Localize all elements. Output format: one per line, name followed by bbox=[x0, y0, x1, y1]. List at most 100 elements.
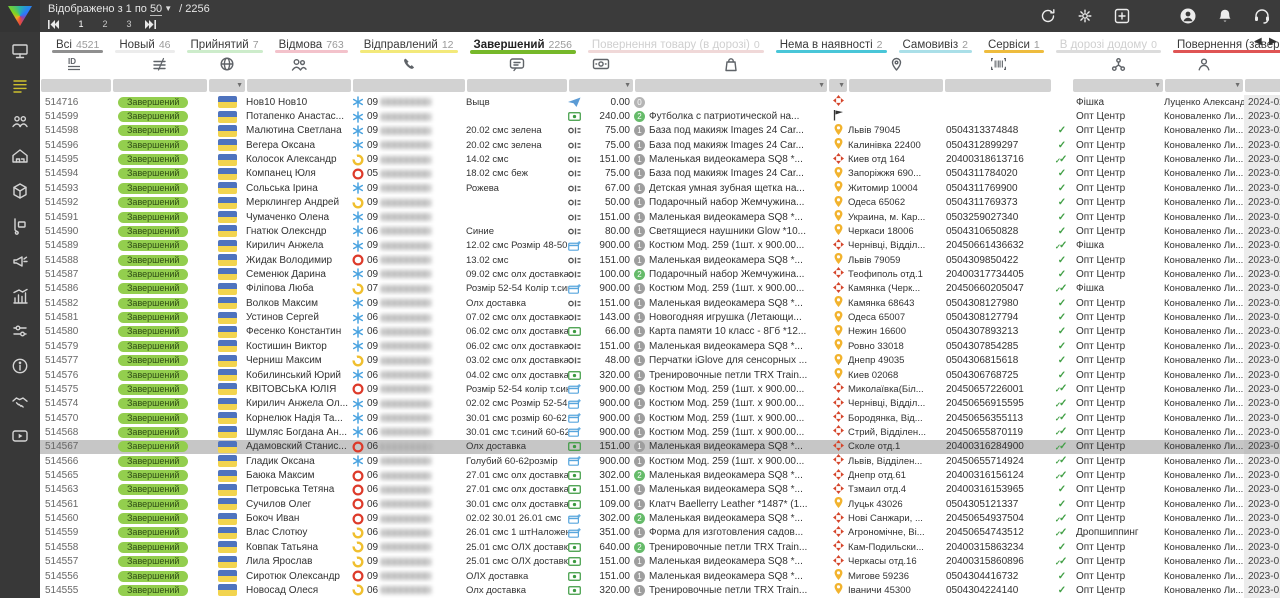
order-row-514598[interactable]: 514598ЗавершенийМалютина Светлана0920.02… bbox=[40, 124, 1280, 138]
order-row-514561[interactable]: 514561ЗавершенийСучилов Олег0630.01 смс … bbox=[40, 497, 1280, 511]
order-row-514587[interactable]: 514587ЗавершенийСеменюк Дарина0909.02 см… bbox=[40, 267, 1280, 281]
order-row-514579[interactable]: 514579ЗавершенийКостишин Виктор0906.02 с… bbox=[40, 339, 1280, 353]
first-page-button[interactable] bbox=[48, 20, 59, 29]
phone-redacted bbox=[381, 270, 431, 278]
tab-6[interactable]: Завершений2256 bbox=[464, 32, 582, 56]
phone-redacted bbox=[381, 256, 431, 264]
page-number-2[interactable]: 2 bbox=[93, 19, 117, 29]
order-row-514593[interactable]: 514593ЗавершенийСольська Ірина09Рожева67… bbox=[40, 181, 1280, 195]
tab-1[interactable]: Всі4521 bbox=[46, 32, 109, 56]
page-size-dropdown[interactable]: 50 bbox=[150, 3, 162, 16]
order-row-514590[interactable]: 514590ЗавершенийГнатюк Олексндр06Синие80… bbox=[40, 224, 1280, 238]
order-row-514592[interactable]: 514592ЗавершенийМерклингер Андрей0950.00… bbox=[40, 196, 1280, 210]
tab-8[interactable]: Нема в наявності2 bbox=[770, 32, 893, 56]
order-row-514560[interactable]: 514560ЗавершенийБокоч Иван0902.02 30.01 … bbox=[40, 511, 1280, 525]
order-row-514599[interactable]: 514599ЗавершенийПотапенко Анастас...0924… bbox=[40, 109, 1280, 123]
order-row-514570[interactable]: 514570ЗавершенийКорнелюк Надія Та...0930… bbox=[40, 411, 1280, 425]
comment-cell: ОЛХ доставка bbox=[466, 569, 568, 583]
last-page-button[interactable] bbox=[145, 20, 156, 29]
order-row-514580[interactable]: 514580ЗавершенийФесенко Константин0606.0… bbox=[40, 325, 1280, 339]
tab-2[interactable]: Новый46 bbox=[109, 32, 180, 56]
sidebar-item-marketing[interactable] bbox=[7, 252, 33, 274]
tabs-scroll-left-icon[interactable]: ◀ bbox=[1254, 36, 1263, 48]
order-row-514566[interactable]: 514566ЗавершенийГладик Оксана09Голубий 6… bbox=[40, 454, 1280, 468]
order-row-514555[interactable]: 514555ЗавершенийНовосад Олеся06Олх доста… bbox=[40, 583, 1280, 597]
tab-3[interactable]: Прийнятий7 bbox=[181, 32, 269, 56]
tab-9[interactable]: Самовивіз2 bbox=[893, 32, 978, 56]
tab-5[interactable]: Відправлений12 bbox=[354, 32, 464, 56]
tab-10[interactable]: Сервіси1 bbox=[978, 32, 1050, 56]
filter-input-payment[interactable]: ▼ bbox=[569, 79, 633, 92]
order-row-514567[interactable]: 514567ЗавершенийАдамовский Станис...06Ол… bbox=[40, 440, 1280, 454]
order-row-514558[interactable]: 514558ЗавершенийКовпак Татьяна0925.01 см… bbox=[40, 540, 1280, 554]
sidebar-item-dashboard[interactable] bbox=[7, 42, 33, 64]
order-row-514581[interactable]: 514581ЗавершенийУстинов Сергей0607.02 см… bbox=[40, 310, 1280, 324]
status-badge: Завершений bbox=[118, 456, 188, 467]
manager-cell: Коноваленко Ли... bbox=[1164, 526, 1244, 540]
order-row-514716[interactable]: 514716ЗавершенийНов10 Нов1009Выцв0.000Фі… bbox=[40, 95, 1280, 109]
filter-input-carrier[interactable]: ▼ bbox=[829, 79, 847, 92]
client-name: Волков Максим bbox=[246, 296, 352, 310]
app-logo[interactable] bbox=[0, 0, 40, 32]
order-row-514586[interactable]: 514586ЗавершенийФіліпова Люба07Розмір 52… bbox=[40, 282, 1280, 296]
refresh-icon[interactable] bbox=[1038, 6, 1058, 26]
gear-icon[interactable] bbox=[1075, 6, 1095, 26]
filter-input-phone[interactable] bbox=[353, 79, 465, 92]
order-row-514565[interactable]: 514565ЗавершенийБаюка Максим0627.01 смс … bbox=[40, 468, 1280, 482]
sidebar-item-clients[interactable] bbox=[7, 112, 33, 134]
notifications-icon[interactable] bbox=[1215, 6, 1235, 26]
filter-input-name[interactable] bbox=[247, 79, 351, 92]
order-row-514582[interactable]: 514582ЗавершенийВолков Максим09Олх доста… bbox=[40, 296, 1280, 310]
order-row-514595[interactable]: 514595ЗавершенийКолосок Александр0914.02… bbox=[40, 152, 1280, 166]
order-row-514591[interactable]: 514591ЗавершенийЧумаченко Олена09151.001… bbox=[40, 210, 1280, 224]
order-row-514574[interactable]: 514574ЗавершенийКирилич Анжела Ол...0902… bbox=[40, 397, 1280, 411]
order-row-514563[interactable]: 514563ЗавершенийПетровська Тетяна0627.01… bbox=[40, 483, 1280, 497]
filter-input-country[interactable]: ▼ bbox=[209, 79, 245, 92]
kyivstar-icon bbox=[352, 182, 364, 194]
order-row-514577[interactable]: 514577ЗавершенийЧерниш Максим0903.02 смс… bbox=[40, 353, 1280, 367]
account-icon[interactable] bbox=[1178, 6, 1198, 26]
up-icon bbox=[833, 181, 844, 195]
filter-input-location[interactable] bbox=[849, 79, 943, 92]
sidebar-item-video-tutorials[interactable] bbox=[7, 427, 33, 449]
tracking-number: 0504306815618 bbox=[944, 353, 1052, 367]
order-row-514576[interactable]: 514576ЗавершенийКобилинський Юрий0604.02… bbox=[40, 368, 1280, 382]
order-row-514594[interactable]: 514594ЗавершенийКомпанец Юля0518.02 смс … bbox=[40, 167, 1280, 181]
tab-11[interactable]: В дорозі додому0 bbox=[1050, 32, 1167, 56]
filter-input-id[interactable] bbox=[41, 79, 111, 92]
sidebar-item-delivery[interactable] bbox=[7, 217, 33, 239]
order-row-514596[interactable]: 514596ЗавершенийВегера Оксана0920.02 смс… bbox=[40, 138, 1280, 152]
sidebar-item-products[interactable] bbox=[7, 182, 33, 204]
sidebar-item-settings[interactable] bbox=[7, 322, 33, 344]
tab-4[interactable]: Відмова763 bbox=[269, 32, 354, 56]
order-row-514588[interactable]: 514588ЗавершенийЖидак Володимир0613.02 с… bbox=[40, 253, 1280, 267]
sidebar-item-orders[interactable] bbox=[7, 77, 33, 99]
filter-input-status[interactable] bbox=[113, 79, 207, 92]
page-number-3[interactable]: 3 bbox=[117, 19, 141, 29]
tabs-scroll-right-icon[interactable]: ▶ bbox=[1269, 36, 1278, 48]
filter-input-product[interactable]: ▼ bbox=[635, 79, 827, 92]
order-row-514557[interactable]: 514557ЗавершенийЛила Ярослав0925.01 смс … bbox=[40, 555, 1280, 569]
phone-prefix: 09 bbox=[367, 513, 378, 524]
order-row-514589[interactable]: 514589ЗавершенийКирилич Анжела0912.02 см… bbox=[40, 239, 1280, 253]
page-number-1[interactable]: 1 bbox=[69, 19, 93, 29]
support-icon[interactable] bbox=[1252, 6, 1272, 26]
client-name: Ковпак Татьяна bbox=[246, 540, 352, 554]
order-row-514575[interactable]: 514575ЗавершенийКВІТОВСЬКА ЮЛІЯ09Розмір … bbox=[40, 382, 1280, 396]
filter-input-source[interactable]: ▼ bbox=[1073, 79, 1163, 92]
sidebar-item-warehouse[interactable] bbox=[7, 147, 33, 169]
add-order-icon[interactable] bbox=[1112, 6, 1132, 26]
sidebar-item-partners[interactable] bbox=[7, 392, 33, 414]
check-icon: ✓ bbox=[1058, 226, 1066, 237]
order-row-514556[interactable]: 514556ЗавершенийСиротюк Олександр09ОЛХ д… bbox=[40, 569, 1280, 583]
filter-input-comment[interactable] bbox=[467, 79, 567, 92]
filter-input-ttn[interactable] bbox=[945, 79, 1051, 92]
order-row-514559[interactable]: 514559ЗавершенийВлас Слотюу0626.01 смс 1… bbox=[40, 526, 1280, 540]
sidebar-item-info[interactable] bbox=[7, 357, 33, 379]
tab-7[interactable]: Повернення товару (в дорозі)0 bbox=[582, 32, 770, 56]
sidebar-item-statistics[interactable] bbox=[7, 287, 33, 309]
filter-input-date[interactable] bbox=[1245, 79, 1280, 92]
pay-cash-icon bbox=[568, 498, 581, 510]
filter-input-manager[interactable]: ▼ bbox=[1165, 79, 1243, 92]
order-row-514568[interactable]: 514568ЗавершенийШумляс Богдана Ан...0630… bbox=[40, 425, 1280, 439]
